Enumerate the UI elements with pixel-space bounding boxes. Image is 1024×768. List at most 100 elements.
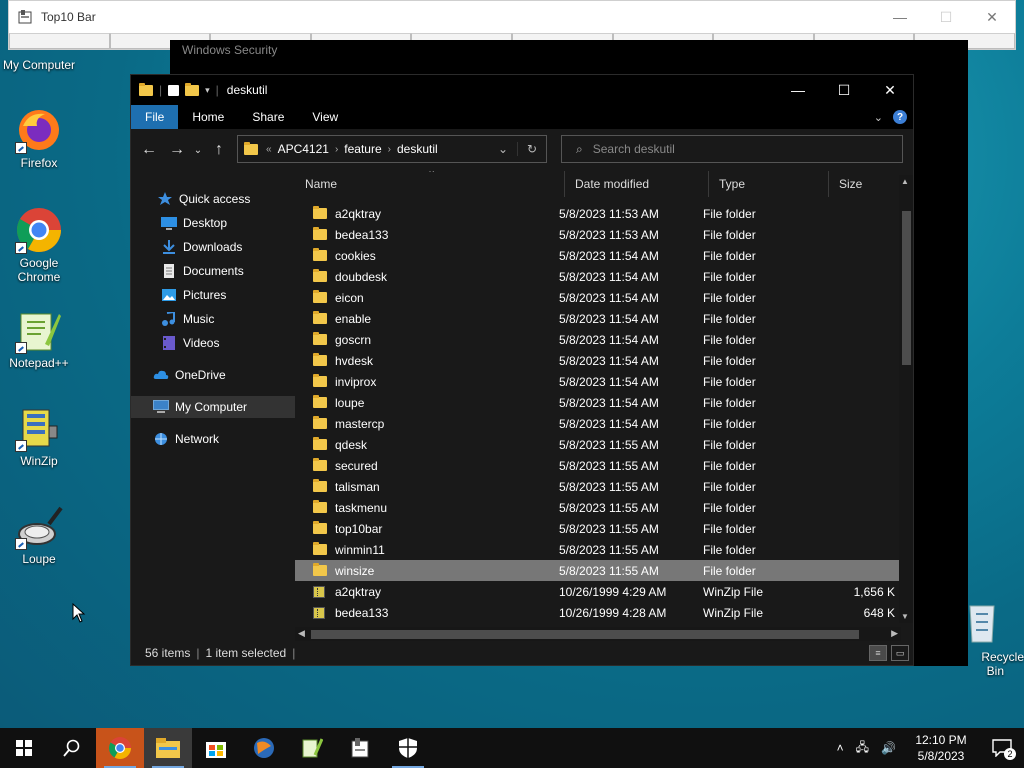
scroll-left-icon[interactable]: ◀ [298,628,305,639]
ribbon-expand-icon[interactable]: ⌄ [874,111,883,124]
volume-icon[interactable]: 🔊 [881,741,896,755]
sidebar-item-downloads[interactable]: Downloads 📌 [131,236,321,258]
network-icon[interactable]: 🖧 [856,738,869,759]
sidebar-item-desktop[interactable]: Desktop 📌 [131,212,321,234]
desktop-icon-recycle-bin[interactable]: Recycle Bin [948,600,1024,678]
search-box[interactable]: ⌕ Search deskutil [561,135,903,163]
explorer-maximize-button[interactable]: ☐ [821,75,867,105]
table-row[interactable]: bedea133 5/8/2023 11:53 AM File folder [295,224,899,245]
type-cell: File folder [703,311,756,326]
address-dropdown-icon[interactable]: ⌄ [489,142,517,156]
top10bar-minimize-button[interactable]: — [877,1,923,33]
clock[interactable]: 12:10 PM 5/8/2023 [902,732,980,764]
column-header-name[interactable]: Name ˄ [295,171,565,197]
desktop-icon-chrome[interactable]: Google Chrome [1,206,77,284]
column-header-type[interactable]: Type [709,171,829,197]
chevron-up-icon[interactable]: ˄ [837,741,844,755]
taskbar-store[interactable] [192,728,240,768]
sidebar-item-pictures[interactable]: Pictures 📌 [131,284,321,306]
taskbar-app[interactable] [240,728,288,768]
tab-share[interactable]: Share [238,105,298,129]
desktop-icon-my-computer[interactable]: My Computer [1,58,77,72]
scroll-up-icon[interactable]: ▲ [901,177,909,186]
table-row[interactable]: a2qktray 5/8/2023 11:53 AM File folder [295,203,899,224]
scroll-down-icon[interactable]: ▼ [901,612,909,621]
refresh-icon[interactable]: ↻ [517,142,546,156]
tab-file[interactable]: File [131,105,179,129]
new-folder-icon[interactable] [185,82,200,96]
table-row[interactable]: secured 5/8/2023 11:55 AM File folder [295,455,899,476]
taskbar-top10bar[interactable] [336,728,384,768]
sidebar-item-network[interactable]: Network [131,428,313,450]
taskbar-chrome[interactable] [96,728,144,768]
table-row[interactable]: inviprox 5/8/2023 11:54 AM File folder [295,371,899,392]
address-bar[interactable]: « APC4121 › feature › deskutil ⌄ ↻ [237,135,547,163]
table-row[interactable]: hvdesk 5/8/2023 11:54 AM File folder [295,350,899,371]
table-row[interactable]: doubdesk 5/8/2023 11:54 AM File folder [295,266,899,287]
explorer-titlebar[interactable]: | ▾ | deskutil — ☐ ✕ [131,75,913,105]
forward-arrow-icon[interactable]: → [163,136,191,164]
start-button[interactable] [0,728,48,768]
table-row[interactable]: enable 5/8/2023 11:54 AM File folder [295,308,899,329]
taskbar-windows-security[interactable] [384,728,432,768]
desktop-icon-notepadpp[interactable]: Notepad++ [1,306,77,370]
large-icons-view-icon[interactable]: ▭ [891,645,909,661]
scrollbar-thumb[interactable] [311,630,859,639]
chevron-right-icon[interactable]: › [388,144,391,155]
top10bar-close-button[interactable]: ✕ [969,1,1015,33]
vertical-scrollbar[interactable]: ▲ ▼ [899,175,913,623]
table-row[interactable]: cookies 5/8/2023 11:54 AM File folder [295,245,899,266]
qat-dropdown-icon[interactable]: ▾ [205,85,210,96]
notification-center-button[interactable]: 2 [980,728,1024,768]
table-row[interactable]: winsize 5/8/2023 11:55 AM File folder [295,560,899,581]
column-header-size[interactable]: Size [829,171,895,197]
desktop-icon-winzip[interactable]: WinZip [1,404,77,468]
table-row[interactable]: goscrn 5/8/2023 11:54 AM File folder [295,329,899,350]
tab-home[interactable]: Home [178,105,238,129]
help-icon[interactable]: ? [893,110,907,124]
back-arrow-icon[interactable]: ← [135,136,163,164]
properties-icon[interactable] [168,84,180,96]
table-row[interactable]: eicon 5/8/2023 11:54 AM File folder [295,287,899,308]
scroll-right-icon[interactable]: ▶ [891,628,898,639]
sidebar-item-quick-access[interactable]: Quick access [131,188,317,210]
sidebar-item-videos[interactable]: Videos [131,332,321,354]
top10bar-maximize-button[interactable]: ☐ [923,1,969,33]
table-row[interactable]: talisman 5/8/2023 11:55 AM File folder [295,476,899,497]
desktop-icon-firefox[interactable]: Firefox [1,106,77,170]
breadcrumb-item[interactable]: deskutil [397,142,438,156]
explorer-minimize-button[interactable]: — [775,75,821,105]
table-row[interactable]: winmin11 5/8/2023 11:55 AM File folder [295,539,899,560]
details-view-icon[interactable]: ≡ [869,645,887,661]
table-row[interactable]: bedea133 10/26/1999 4:28 AM WinZip File 648… [295,602,899,623]
table-row[interactable]: qdesk 5/8/2023 11:55 AM File folder [295,434,899,455]
table-row[interactable]: top10bar 5/8/2023 11:55 AM File folder [295,518,899,539]
scrollbar-thumb[interactable] [902,211,911,365]
tab-view[interactable]: View [298,105,352,129]
address-overflow[interactable]: « [266,144,272,155]
table-row[interactable]: loupe 5/8/2023 11:54 AM File folder [295,392,899,413]
table-row[interactable]: mastercp 5/8/2023 11:54 AM File folder [295,413,899,434]
sidebar-item-music[interactable]: Music [131,308,321,330]
clock-date: 5/8/2023 [917,749,965,763]
desktop-icon-loupe[interactable]: Loupe [1,502,77,566]
table-row[interactable]: taskmenu 5/8/2023 11:55 AM File folder [295,497,899,518]
explorer-close-button[interactable]: ✕ [867,75,913,105]
sidebar-item-my-computer[interactable]: My Computer [131,396,313,418]
taskbar-notepadpp[interactable] [288,728,336,768]
table-row[interactable]: a2qktray 10/26/1999 4:29 AM WinZip File 1,6… [295,581,899,602]
top10bar-titlebar[interactable]: Top10 Bar — ☐ ✕ [9,1,1015,33]
chevron-right-icon[interactable]: › [335,144,338,155]
column-header-date[interactable]: Date modified [565,171,709,197]
breadcrumb-item[interactable]: feature [344,142,381,156]
horizontal-scrollbar[interactable]: ◀ ▶ [295,627,901,641]
taskbar-file-explorer[interactable] [144,728,192,768]
sidebar-item-documents[interactable]: Documents 📌 [131,260,321,282]
sidebar-item-onedrive[interactable]: OneDrive [131,364,313,386]
recent-locations-icon[interactable]: ⌄ [191,136,205,164]
search-button[interactable] [48,728,96,768]
search-input[interactable]: Search deskutil [593,142,675,156]
breadcrumb-item[interactable]: APC4121 [278,142,329,156]
up-arrow-icon[interactable]: ↑ [205,136,233,164]
top10bar-slot[interactable] [9,33,110,49]
